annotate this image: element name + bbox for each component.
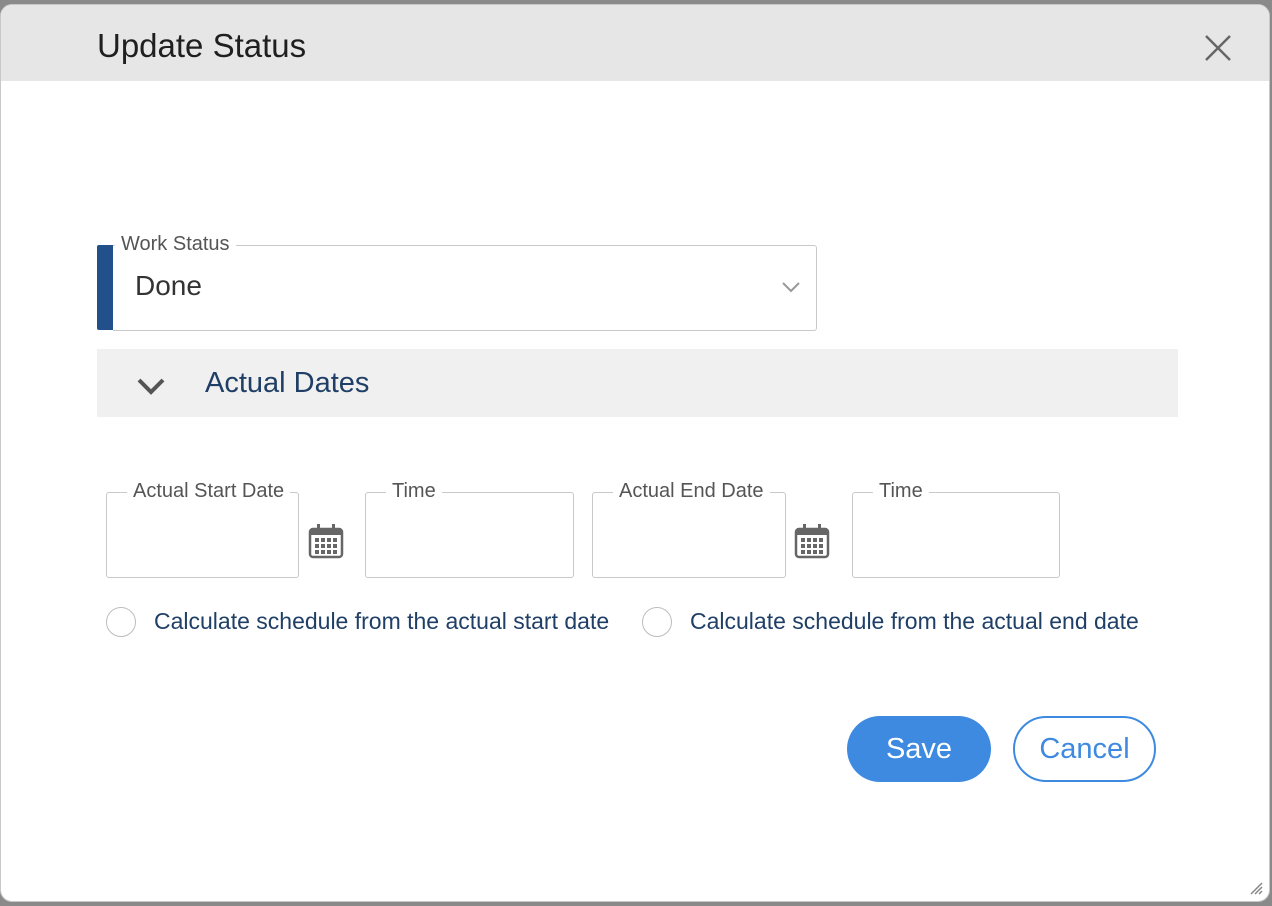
actual-end-date-label: Actual End Date — [613, 479, 770, 503]
actual-end-date-input[interactable]: Actual End Date — [592, 479, 786, 578]
close-icon[interactable] — [1199, 29, 1237, 67]
update-status-dialog: Update Status Work Status Done Actual Da… — [0, 4, 1270, 902]
actual-end-time-input[interactable]: Time — [852, 479, 1060, 578]
actual-start-time-input[interactable]: Time — [365, 479, 574, 578]
save-button[interactable]: Save — [847, 716, 991, 782]
work-status-value: Done — [135, 270, 202, 301]
calc-from-end-radio[interactable] — [642, 607, 672, 637]
calc-from-start-radio[interactable] — [106, 607, 136, 637]
actual-dates-section-header[interactable]: Actual Dates — [97, 349, 1178, 417]
dialog-header: Update Status — [1, 5, 1269, 81]
chevron-down-icon[interactable] — [135, 375, 167, 397]
actual-start-date-input[interactable]: Actual Start Date — [106, 479, 299, 578]
work-status-select[interactable]: Work Status Done — [113, 232, 817, 331]
calc-from-start-label[interactable]: Calculate schedule from the actual start… — [154, 608, 609, 635]
calc-from-end-label[interactable]: Calculate schedule from the actual end d… — [690, 608, 1139, 635]
resize-handle-icon[interactable] — [1249, 881, 1263, 895]
calendar-icon[interactable] — [307, 522, 345, 560]
dialog-title: Update Status — [97, 27, 307, 64]
cancel-button[interactable]: Cancel — [1013, 716, 1156, 782]
work-status-label: Work Status — [115, 232, 236, 256]
calendar-icon[interactable] — [793, 522, 831, 560]
actual-dates-title: Actual Dates — [205, 367, 370, 399]
chevron-down-icon[interactable] — [780, 280, 802, 294]
actual-start-time-label: Time — [386, 479, 442, 503]
actual-end-time-label: Time — [873, 479, 929, 503]
actual-start-date-label: Actual Start Date — [127, 479, 291, 503]
